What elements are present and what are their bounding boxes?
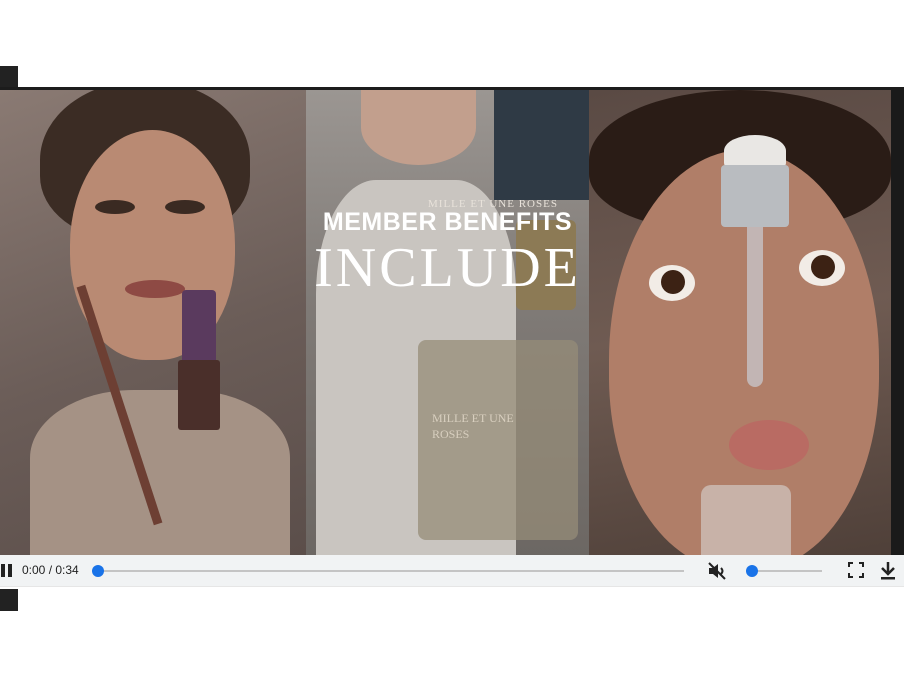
overlay-title-line1: MEMBER BENEFITS [322, 208, 573, 236]
corner-mark-bottom [0, 589, 18, 611]
mute-icon [708, 562, 726, 580]
video-panel-perfume [306, 90, 589, 555]
video-controls-bar: 0:00 / 0:34 [0, 555, 904, 587]
video-overlay-title: MEMBER BENEFITS INCLUDE [306, 208, 589, 298]
corner-mark-top [0, 66, 18, 88]
volume-thumb[interactable] [746, 565, 758, 577]
pause-icon [0, 563, 14, 577]
video-panel-serum [589, 90, 891, 555]
progress-bar[interactable] [98, 570, 684, 572]
video-panel-lipstick [0, 90, 306, 555]
mute-button[interactable] [706, 561, 728, 581]
video-player[interactable] [0, 87, 904, 555]
overlay-title-line2: INCLUDE [314, 237, 581, 299]
perfume-bottle-label: MILLE ET UNE ROSES [432, 410, 514, 442]
download-button[interactable] [879, 561, 897, 580]
download-icon [881, 562, 895, 580]
bottle-label-line2: ROSES [432, 427, 470, 441]
fullscreen-button[interactable] [848, 562, 864, 578]
time-display: 0:00 / 0:34 [22, 563, 79, 577]
progress-thumb[interactable] [92, 565, 104, 577]
volume-slider[interactable] [752, 570, 822, 572]
pause-button[interactable] [0, 563, 14, 577]
fullscreen-icon [848, 562, 864, 578]
bottle-label-line1: MILLE ET UNE [432, 411, 514, 425]
video-panel-edge [891, 90, 904, 555]
